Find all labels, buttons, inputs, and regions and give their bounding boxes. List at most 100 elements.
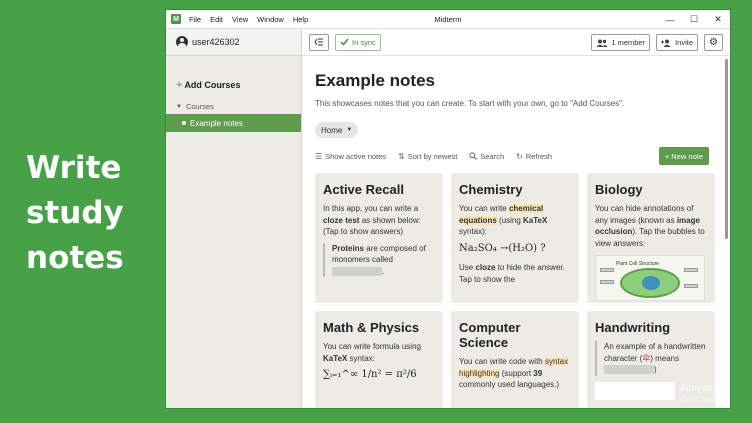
collapse-sidebar-button[interactable] [309,33,329,51]
app-window: M File Edit View Window Help Midterm — ☐… [166,10,730,408]
note-keyword: cloze test [323,215,360,225]
note-card-computer-science[interactable]: Computer Science You can write code with… [451,311,579,408]
occlusion-bubble[interactable] [600,280,614,284]
note-text: You can write [459,204,509,213]
minimize-button[interactable]: — [658,10,682,29]
menu-help[interactable]: Help [293,15,308,24]
note-text: Use [459,263,476,272]
members-icon [596,39,608,47]
page-title: Example notes [315,71,435,90]
maximize-button[interactable]: ☐ [682,10,706,29]
title-bar: M File Edit View Window Help Midterm — ☐… [166,10,730,29]
note-body: In this app, you can write a cloze test … [323,203,435,277]
menu-view[interactable]: View [232,15,248,24]
note-text: (using [496,215,524,225]
note-text: You can write formula using [323,342,421,351]
caret-down-icon: ▼ [346,127,353,133]
note-text: You can write code with [459,357,545,366]
note-title: Biology [595,182,643,197]
courses-label: Courses [185,102,214,111]
plant-cell-image[interactable]: Plant Cell Structure [595,255,705,301]
menu-file[interactable]: File [189,15,201,24]
math-formula: ∑ᵢ₌₁^∞ 1/n² = π²/6 [323,369,417,380]
close-button[interactable]: ✕ [706,10,730,29]
sort-icon: ⇅ [398,151,405,161]
cloze-blank[interactable] [332,266,382,276]
activation-watermark: Activate W Go to Settin [680,383,728,405]
note-text: ) means [650,353,680,363]
note-keyword: KaTeX [323,353,348,363]
note-text: In this app, you can write a [323,204,419,213]
nucleus-shape [642,276,660,290]
refresh-icon: ↻ [516,151,523,161]
show-active-notes-button[interactable]: ☰ Show active notes [315,152,386,161]
search-label: Search [480,151,505,161]
occlusion-bubble[interactable] [684,268,698,272]
note-card-math-physics[interactable]: Math & Physics You can write formula usi… [315,311,443,408]
handwriting-image [595,381,675,400]
scrollbar[interactable] [725,59,728,239]
notes-actions-bar: ☰ Show active notes ⇅ Sort by newest Sea… [315,147,709,165]
filter-icon: ☰ [315,151,323,161]
settings-button[interactable]: ⚙ [704,34,723,51]
note-body: You can write code with syntax highlight… [459,356,571,391]
invite-button[interactable]: Invite [656,34,699,51]
bullet-icon [182,121,186,125]
sort-button[interactable]: ⇅ Sort by newest [398,152,457,161]
courses-section-toggle[interactable]: ▼ Courses [166,102,301,111]
promo-line: Write [26,150,122,186]
search-icon [469,152,478,160]
notes-content: Example notes This showcases notes that … [302,56,722,408]
main-panel: In sync 1 member Invite ⚙ Example notes … [302,29,730,408]
note-text: syntax): [459,227,488,236]
home-chip-label: Home [321,125,343,135]
sidebar-item-label: Example notes [190,118,243,128]
members-label: 1 member [611,38,646,47]
page-subtitle: This showcases notes that you can create… [315,99,625,108]
occlusion-bubble[interactable] [600,268,614,272]
note-keyword: KaTeX [523,215,548,225]
sync-status-button[interactable]: In sync [335,33,381,51]
toolbar: In sync 1 member Invite ⚙ [302,29,730,56]
invite-label: Invite [675,38,694,47]
caret-down-icon: ▼ [176,103,182,110]
window-title: Midterm [434,14,462,24]
note-card-biology[interactable]: Biology You can hide annotations of any … [587,173,715,303]
note-text: (support [499,368,534,378]
handwriting-quote: An example of a handwritten character (伞… [595,341,707,376]
note-title: Computer Science [459,320,521,350]
collapse-sidebar-icon [314,38,323,46]
add-person-icon [661,39,671,47]
note-title: Math & Physics [323,320,420,335]
add-courses-button[interactable]: + Add Courses [166,79,301,91]
note-body: You can hide annotations of any images (… [595,203,707,301]
new-note-button[interactable]: + New note [658,147,709,165]
note-body: You can write chemical equations (using … [459,203,571,285]
add-courses-label: Add Courses [184,80,241,90]
note-card-active-recall[interactable]: Active Recall In this app, you can write… [315,173,443,303]
gear-icon: ⚙ [709,37,718,48]
note-keyword: 39 [533,368,543,378]
note-title: Handwriting [595,320,671,335]
refresh-button[interactable]: ↻ Refresh [516,152,552,161]
watermark-line: Activate W [680,383,728,394]
cloze-blank[interactable] [604,365,654,375]
search-button[interactable]: Search [469,152,504,161]
menu-edit[interactable]: Edit [210,15,223,24]
refresh-label: Refresh [525,151,553,161]
note-keyword: Proteins [332,243,365,253]
check-icon [340,38,349,46]
members-button[interactable]: 1 member [591,34,651,51]
show-active-label: Show active notes [325,151,387,161]
occlusion-bubble[interactable] [684,284,698,288]
sidebar-item-example-notes[interactable]: Example notes [166,114,301,132]
user-account[interactable]: user426302 [166,29,301,56]
note-card-chemistry[interactable]: Chemistry You can write chemical equatio… [451,173,579,303]
plus-icon: + [176,79,183,91]
app-logo-icon: M [171,14,181,24]
home-folder-dropdown[interactable]: Home ▼ [315,122,359,138]
menu-window[interactable]: Window [257,15,284,24]
sync-label: In sync [352,37,376,47]
note-text: commonly used languages.) [459,380,560,389]
sidebar: user426302 + Add Courses ▼ Courses Examp… [166,29,302,408]
